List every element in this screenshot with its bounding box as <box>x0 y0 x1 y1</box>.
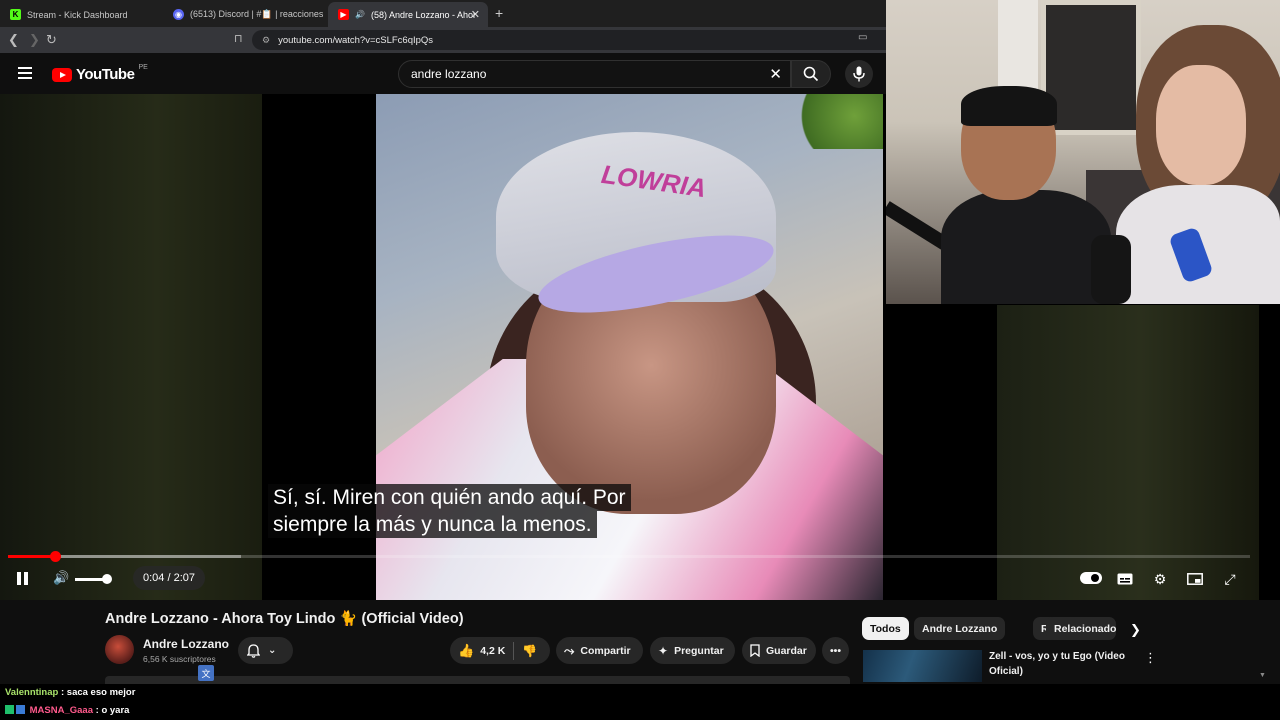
subtitles-icon[interactable] <box>1113 567 1137 591</box>
like-button[interactable]: 👍 4,2 K <box>458 643 505 659</box>
subscriber-count: 6,56 K suscriptores <box>143 654 216 664</box>
chevron-right-icon[interactable]: ❯ <box>1130 622 1141 638</box>
miniplayer-icon[interactable] <box>1183 567 1207 591</box>
back-icon[interactable]: ❮ <box>8 32 19 48</box>
caption-line-2: siempre la más y nunca la menos. <box>268 511 597 538</box>
more-vertical-icon[interactable]: ⋮ <box>1144 650 1157 666</box>
search-button[interactable] <box>791 60 831 88</box>
bookmark-icon <box>750 644 760 657</box>
ambient-glow-left <box>0 94 262 600</box>
webcam-microphone <box>1091 235 1131 304</box>
bookmark-icon[interactable]: ⊓ <box>234 32 243 45</box>
discord-icon: ◉ <box>173 9 184 20</box>
chip-andre-lozzano[interactable]: Andre Lozzano <box>914 617 1006 640</box>
youtube-logo[interactable]: YouTube PE <box>52 64 148 83</box>
youtube-play-icon <box>52 67 72 82</box>
subscription-bell-button[interactable]: ⌄ <box>238 637 293 664</box>
browser-tab-strip: K Stream - Kick Dashboard ◉ (6513) Disco… <box>0 0 886 27</box>
share-label: Compartir <box>580 644 631 657</box>
like-count: 4,2 K <box>480 644 506 657</box>
settings-gear-icon[interactable]: ⚙ <box>1148 567 1172 591</box>
kick-icon: K <box>10 9 21 20</box>
site-info-icon[interactable]: ⚙ <box>262 35 270 46</box>
caption-line-1: Sí, sí. Miren con quién ando aquí. Por <box>268 484 631 511</box>
volume-knob[interactable] <box>102 574 113 584</box>
chat-badge-icon <box>16 705 25 714</box>
url-input[interactable]: ⚙ youtube.com/watch?v=cSLFc6qIpQs <box>252 30 886 50</box>
chevron-down-icon: ⌄ <box>268 645 277 656</box>
close-tab-icon[interactable]: ✕ <box>471 8 480 21</box>
address-bar-row: ❮ ❯ ↻ ⊓ ⚙ youtube.com/watch?v=cSLFc6qIpQ… <box>0 27 886 53</box>
save-label: Guardar <box>766 644 807 657</box>
tab-title: (6513) Discord | #📋 | reacciones | PI… <box>190 9 323 19</box>
video-scene-grass <box>788 94 883 149</box>
search-query: andre lozzano <box>411 67 487 81</box>
player-controls: 🔊 0:04 / 2:07 ⚙ ⤢ <box>0 564 1280 594</box>
more-actions-button[interactable]: ••• <box>822 637 849 664</box>
description-box[interactable] <box>105 676 850 684</box>
youtube-icon: ▶ <box>338 9 349 20</box>
youtube-header: YouTube PE andre lozzano ✕ <box>0 53 886 94</box>
progress-bar[interactable] <box>8 551 1250 562</box>
volume-icon[interactable]: 🔊 <box>53 570 69 586</box>
tab-title: Stream - Kick Dashboard <box>27 9 128 20</box>
youtube-wordmark: YouTube <box>76 66 135 83</box>
autoplay-toggle[interactable] <box>1080 572 1102 584</box>
related-video-title[interactable]: Zell - vos, yo y tu Ego (Video Oficial) <box>989 649 1129 679</box>
microphone-icon <box>853 66 865 82</box>
chip-todos[interactable]: Todos <box>862 617 909 640</box>
thumbs-down-icon[interactable]: 👎 <box>522 644 537 658</box>
tab-kick-dashboard[interactable]: K Stream - Kick Dashboard <box>0 2 160 27</box>
share-icon: ⤳ <box>564 642 575 658</box>
caption-overlay: Sí, sí. Miren con quién ando aquí. Por s… <box>268 484 631 538</box>
tab-title: (58) Andre Lozzano - Ahora T <box>370 9 476 20</box>
ask-button[interactable]: ✦ Preguntar <box>650 637 735 664</box>
chat-username: Valenntinap <box>5 687 59 698</box>
country-code: PE <box>138 64 148 71</box>
related-video-thumbnail[interactable] <box>863 650 982 682</box>
tab-youtube[interactable]: ▶ 🔊 (58) Andre Lozzano - Ahora T ✕ <box>328 2 488 27</box>
save-button[interactable]: Guardar <box>742 637 816 664</box>
new-tab-button[interactable]: + <box>495 5 503 21</box>
search-input[interactable]: andre lozzano ✕ <box>398 60 791 88</box>
bell-icon <box>247 643 260 658</box>
chat-message: MASNA_Gaaa : o yara <box>5 705 129 716</box>
sparkle-icon: ✦ <box>658 643 669 658</box>
share-button[interactable]: ⤳ Compartir <box>556 637 643 664</box>
stream-chat-overlay: Valenntinap : saca eso mejor MASNA_Gaaa … <box>0 684 1280 720</box>
time-text: 0:04 / 2:07 <box>143 572 195 584</box>
search-icon <box>803 66 819 82</box>
like-divider <box>513 641 515 660</box>
streamer-webcam <box>886 0 1280 304</box>
tab-discord[interactable]: ◉ (6513) Discord | #📋 | reacciones | PI… <box>163 2 323 27</box>
more-horizontal-icon: ••• <box>829 644 842 657</box>
chat-message: Valenntinap : saca eso mejor <box>5 687 136 698</box>
chip-relacionados[interactable]: Relacionados <box>1046 617 1116 640</box>
chat-username: MASNA_Gaaa <box>29 705 93 716</box>
url-text: youtube.com/watch?v=cSLFc6qIpQs <box>278 34 434 46</box>
clear-search-icon[interactable]: ✕ <box>769 65 782 83</box>
scroll-down-arrow-icon[interactable]: ▼ <box>1259 672 1266 679</box>
forward-icon[interactable]: ❯ <box>29 32 40 48</box>
ask-label: Preguntar <box>674 644 724 657</box>
chat-text: o yara <box>101 705 130 716</box>
video-title: Andre Lozzano - Ahora Toy Lindo 🐈 (Offic… <box>105 611 464 627</box>
webcam-person-left <box>941 86 1111 304</box>
fullscreen-icon[interactable]: ⤢ <box>1218 567 1242 591</box>
audio-playing-icon: 🔊 <box>355 10 365 19</box>
channel-avatar[interactable] <box>105 635 134 664</box>
translate-icon[interactable]: 文 <box>198 665 214 681</box>
like-dislike-group: 👍 4,2 K 👎 <box>450 637 550 664</box>
thumbs-up-icon: 👍 <box>458 642 475 658</box>
channel-name[interactable]: Andre Lozzano <box>143 637 229 651</box>
pause-icon[interactable] <box>17 572 29 585</box>
cast-icon[interactable]: ▭ <box>858 32 867 43</box>
chat-badge-icon <box>5 705 14 714</box>
voice-search-button[interactable] <box>845 60 873 88</box>
played-bar <box>8 555 56 558</box>
hamburger-menu-icon[interactable] <box>18 67 32 82</box>
time-display: 0:04 / 2:07 <box>133 566 205 590</box>
reload-icon[interactable]: ↻ <box>46 32 57 48</box>
chat-text: saca eso mejor <box>66 687 136 698</box>
